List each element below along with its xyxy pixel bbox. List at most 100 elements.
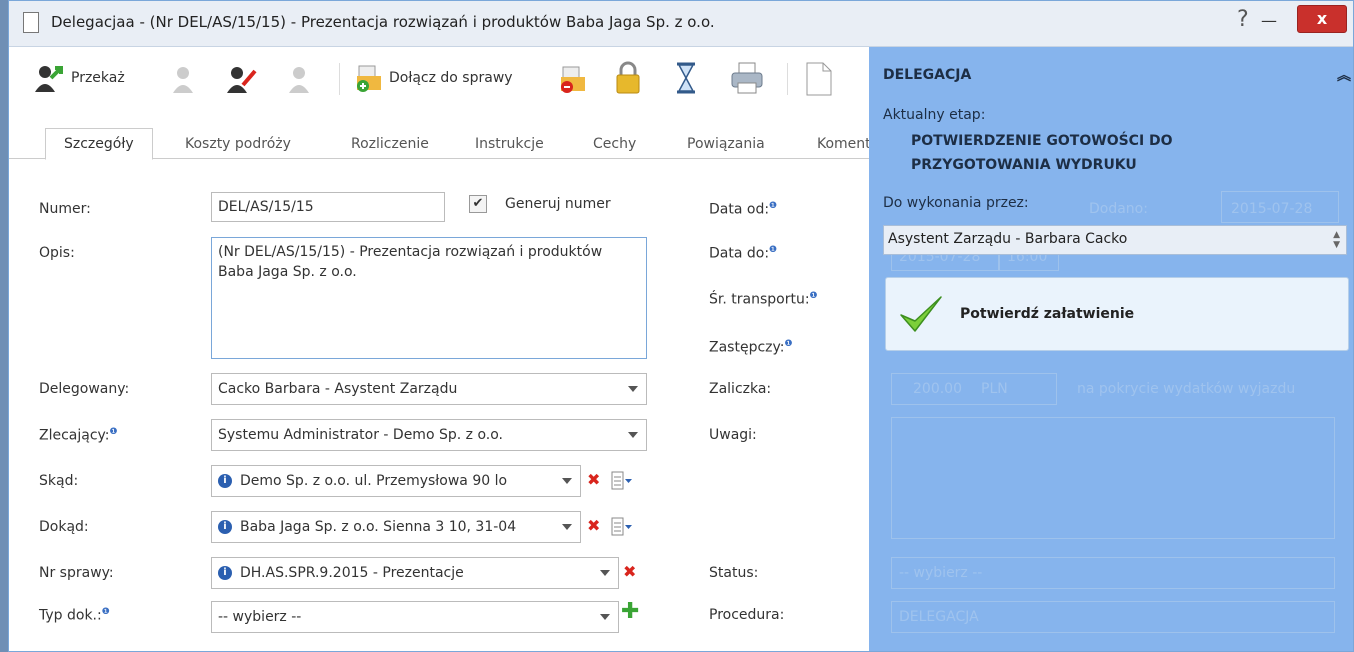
clear-nr-sprawy-icon[interactable]: ✖	[623, 562, 636, 581]
nr-sprawy-value: DH.AS.SPR.9.2015 - Prezentacje	[240, 565, 464, 581]
zaliczka-currency: PLN	[981, 381, 1008, 397]
info-icon: ❶	[769, 201, 778, 211]
chevron-down-icon	[628, 386, 638, 392]
delegowany-select[interactable]: Cacko Barbara - Asystent Zarządu	[211, 373, 647, 405]
executor-value: Asystent Zarządu - Barbara Cacko	[888, 231, 1128, 247]
lock-icon[interactable]	[613, 61, 643, 95]
stage-value: POTWIERDZENIE GOTOWOŚCI DO PRZYGOTOWANIA…	[911, 133, 1173, 173]
info-icon: ❶	[769, 245, 778, 255]
tab-koszty-podrozy[interactable]: Koszty podróży	[167, 129, 309, 159]
uwagi-label: Uwagi:	[709, 427, 757, 443]
info-icon: i	[218, 520, 232, 534]
close-button[interactable]: x	[1297, 5, 1347, 33]
help-button[interactable]: ?	[1237, 7, 1249, 32]
zlecajacy-value: Systemu Administrator - Demo Sp. z o.o.	[218, 427, 503, 443]
close-icon: x	[1316, 9, 1328, 28]
generate-number-checkbox[interactable]: ✔	[469, 195, 487, 213]
workflow-panel: Dodano: 2015-07-28 2015-07-28 16:00 200.…	[869, 47, 1353, 651]
procedura-label: Procedura:	[709, 607, 785, 623]
confirm-label: Potwierdź załatwienie	[960, 306, 1135, 322]
chevron-down-icon	[600, 570, 610, 576]
tab-powiazania[interactable]: Powiązania	[669, 129, 783, 159]
skad-value: Demo Sp. z o.o. ul. Przemysłowa 90 lo	[240, 473, 508, 489]
dokad-value: Baba Jaga Sp. z o.o. Sienna 3 10, 31-04	[240, 519, 517, 535]
status-value: -- wybierz --	[899, 565, 983, 581]
confirm-completion-button[interactable]: Potwierdź załatwienie	[885, 277, 1349, 351]
chevron-down-icon	[628, 432, 638, 438]
toolbar-separator	[787, 63, 788, 95]
forward-button[interactable]: Przekaż	[33, 61, 125, 95]
info-icon: i	[218, 474, 232, 488]
folder-add-icon	[357, 65, 381, 92]
procedura-value: DELEGACJA	[899, 609, 979, 625]
info-icon: ❶	[101, 607, 110, 617]
generate-number-label: Generuj numer	[505, 196, 611, 212]
user-forward-icon	[35, 66, 63, 92]
tab-rozliczenie[interactable]: Rozliczenie	[333, 129, 447, 159]
forward-label: Przekaż	[71, 70, 125, 86]
users-disabled-icon	[289, 67, 309, 93]
skad-label: Skąd:	[39, 473, 79, 489]
window: Delegacjaa - (Nr DEL/AS/15/15) - Prezent…	[8, 0, 1354, 652]
tab-szczegoly[interactable]: Szczegóły	[45, 128, 153, 160]
tab-cechy[interactable]: Cechy	[575, 129, 654, 159]
collapse-panel-icon[interactable]: ︽	[1337, 65, 1351, 85]
minimize-button[interactable]: —	[1261, 11, 1277, 30]
clear-skad-icon[interactable]: ✖	[587, 470, 600, 489]
new-document-icon[interactable]	[803, 61, 835, 97]
attach-to-case-button[interactable]: Dołącz do sprawy	[353, 61, 513, 95]
dodano-label: Dodano:	[1089, 201, 1148, 217]
clear-dokad-icon[interactable]: ✖	[587, 516, 600, 535]
document-icon	[23, 12, 39, 33]
user-return-icon[interactable]	[225, 63, 259, 95]
delegowany-label: Delegowany:	[39, 381, 130, 397]
title-bar: Delegacjaa - (Nr DEL/AS/15/15) - Prezent…	[9, 1, 1353, 47]
opis-textarea[interactable]: (Nr DEL/AS/15/15) - Prezentacja rozwiąza…	[211, 237, 647, 359]
typ-dok-value: -- wybierz --	[218, 609, 302, 625]
status-label: Status:	[709, 565, 759, 581]
chevron-down-icon	[562, 478, 572, 484]
zlecajacy-select[interactable]: Systemu Administrator - Demo Sp. z o.o.	[211, 419, 647, 451]
numer-input[interactable]: DEL/AS/15/15	[211, 192, 445, 222]
folder-remove-icon[interactable]	[555, 63, 587, 95]
zlecajacy-label: Zlecający:❶	[39, 427, 118, 444]
address-list-icon[interactable]	[611, 516, 633, 538]
address-list-icon[interactable]	[611, 470, 633, 492]
executor-label: Do wykonania przez:	[883, 195, 1029, 211]
info-icon: i	[218, 566, 232, 580]
user-disabled-icon	[173, 67, 193, 93]
dokad-select[interactable]: i Baba Jaga Sp. z o.o. Sienna 3 10, 31-0…	[211, 511, 581, 543]
data-od-label: Data od:❶	[709, 201, 778, 218]
stage-label: Aktualny etap:	[883, 107, 986, 123]
window-title: Delegacjaa - (Nr DEL/AS/15/15) - Prezent…	[51, 13, 715, 31]
panel-title: DELEGACJA	[883, 67, 972, 83]
info-icon: ❶	[784, 339, 793, 349]
hourglass-icon[interactable]	[673, 61, 699, 95]
chevron-down-icon	[600, 614, 610, 620]
delegowany-value: Cacko Barbara - Asystent Zarządu	[218, 381, 458, 397]
info-icon: ❶	[809, 291, 818, 301]
nr-sprawy-select[interactable]: i DH.AS.SPR.9.2015 - Prezentacje	[211, 557, 619, 589]
toolbar-separator	[339, 63, 340, 95]
zaliczka-amount: 200.00	[913, 381, 962, 397]
attach-label: Dołącz do sprawy	[389, 70, 513, 86]
dodano-value: 2015-07-28	[1231, 201, 1313, 217]
skad-select[interactable]: i Demo Sp. z o.o. ul. Przemysłowa 90 lo	[211, 465, 581, 497]
zastepczy-label: Zastępczy:❶	[709, 339, 793, 356]
transport-label: Śr. transportu:❶	[709, 291, 818, 308]
tab-instrukcje[interactable]: Instrukcje	[457, 129, 562, 159]
typ-dok-select[interactable]: -- wybierz --	[211, 601, 619, 633]
zaliczka-note: na pokrycie wydatków wyjazdu	[1077, 381, 1296, 397]
zaliczka-label: Zaliczka:	[709, 381, 772, 397]
typ-dok-label: Typ dok.:❶	[39, 607, 110, 624]
checkmark-icon	[900, 296, 942, 332]
spinner-arrows-icon: ▲ ▼	[1333, 230, 1340, 250]
print-icon[interactable]	[729, 61, 765, 95]
nr-sprawy-label: Nr sprawy:	[39, 565, 114, 581]
chevron-down-icon	[562, 524, 572, 530]
executor-select[interactable]: Asystent Zarządu - Barbara Cacko ▲ ▼	[883, 225, 1347, 255]
add-typ-dok-icon[interactable]: ✚	[621, 599, 639, 624]
dokad-label: Dokąd:	[39, 519, 89, 535]
numer-label: Numer:	[39, 201, 91, 217]
data-do-label: Data do:❶	[709, 245, 778, 262]
